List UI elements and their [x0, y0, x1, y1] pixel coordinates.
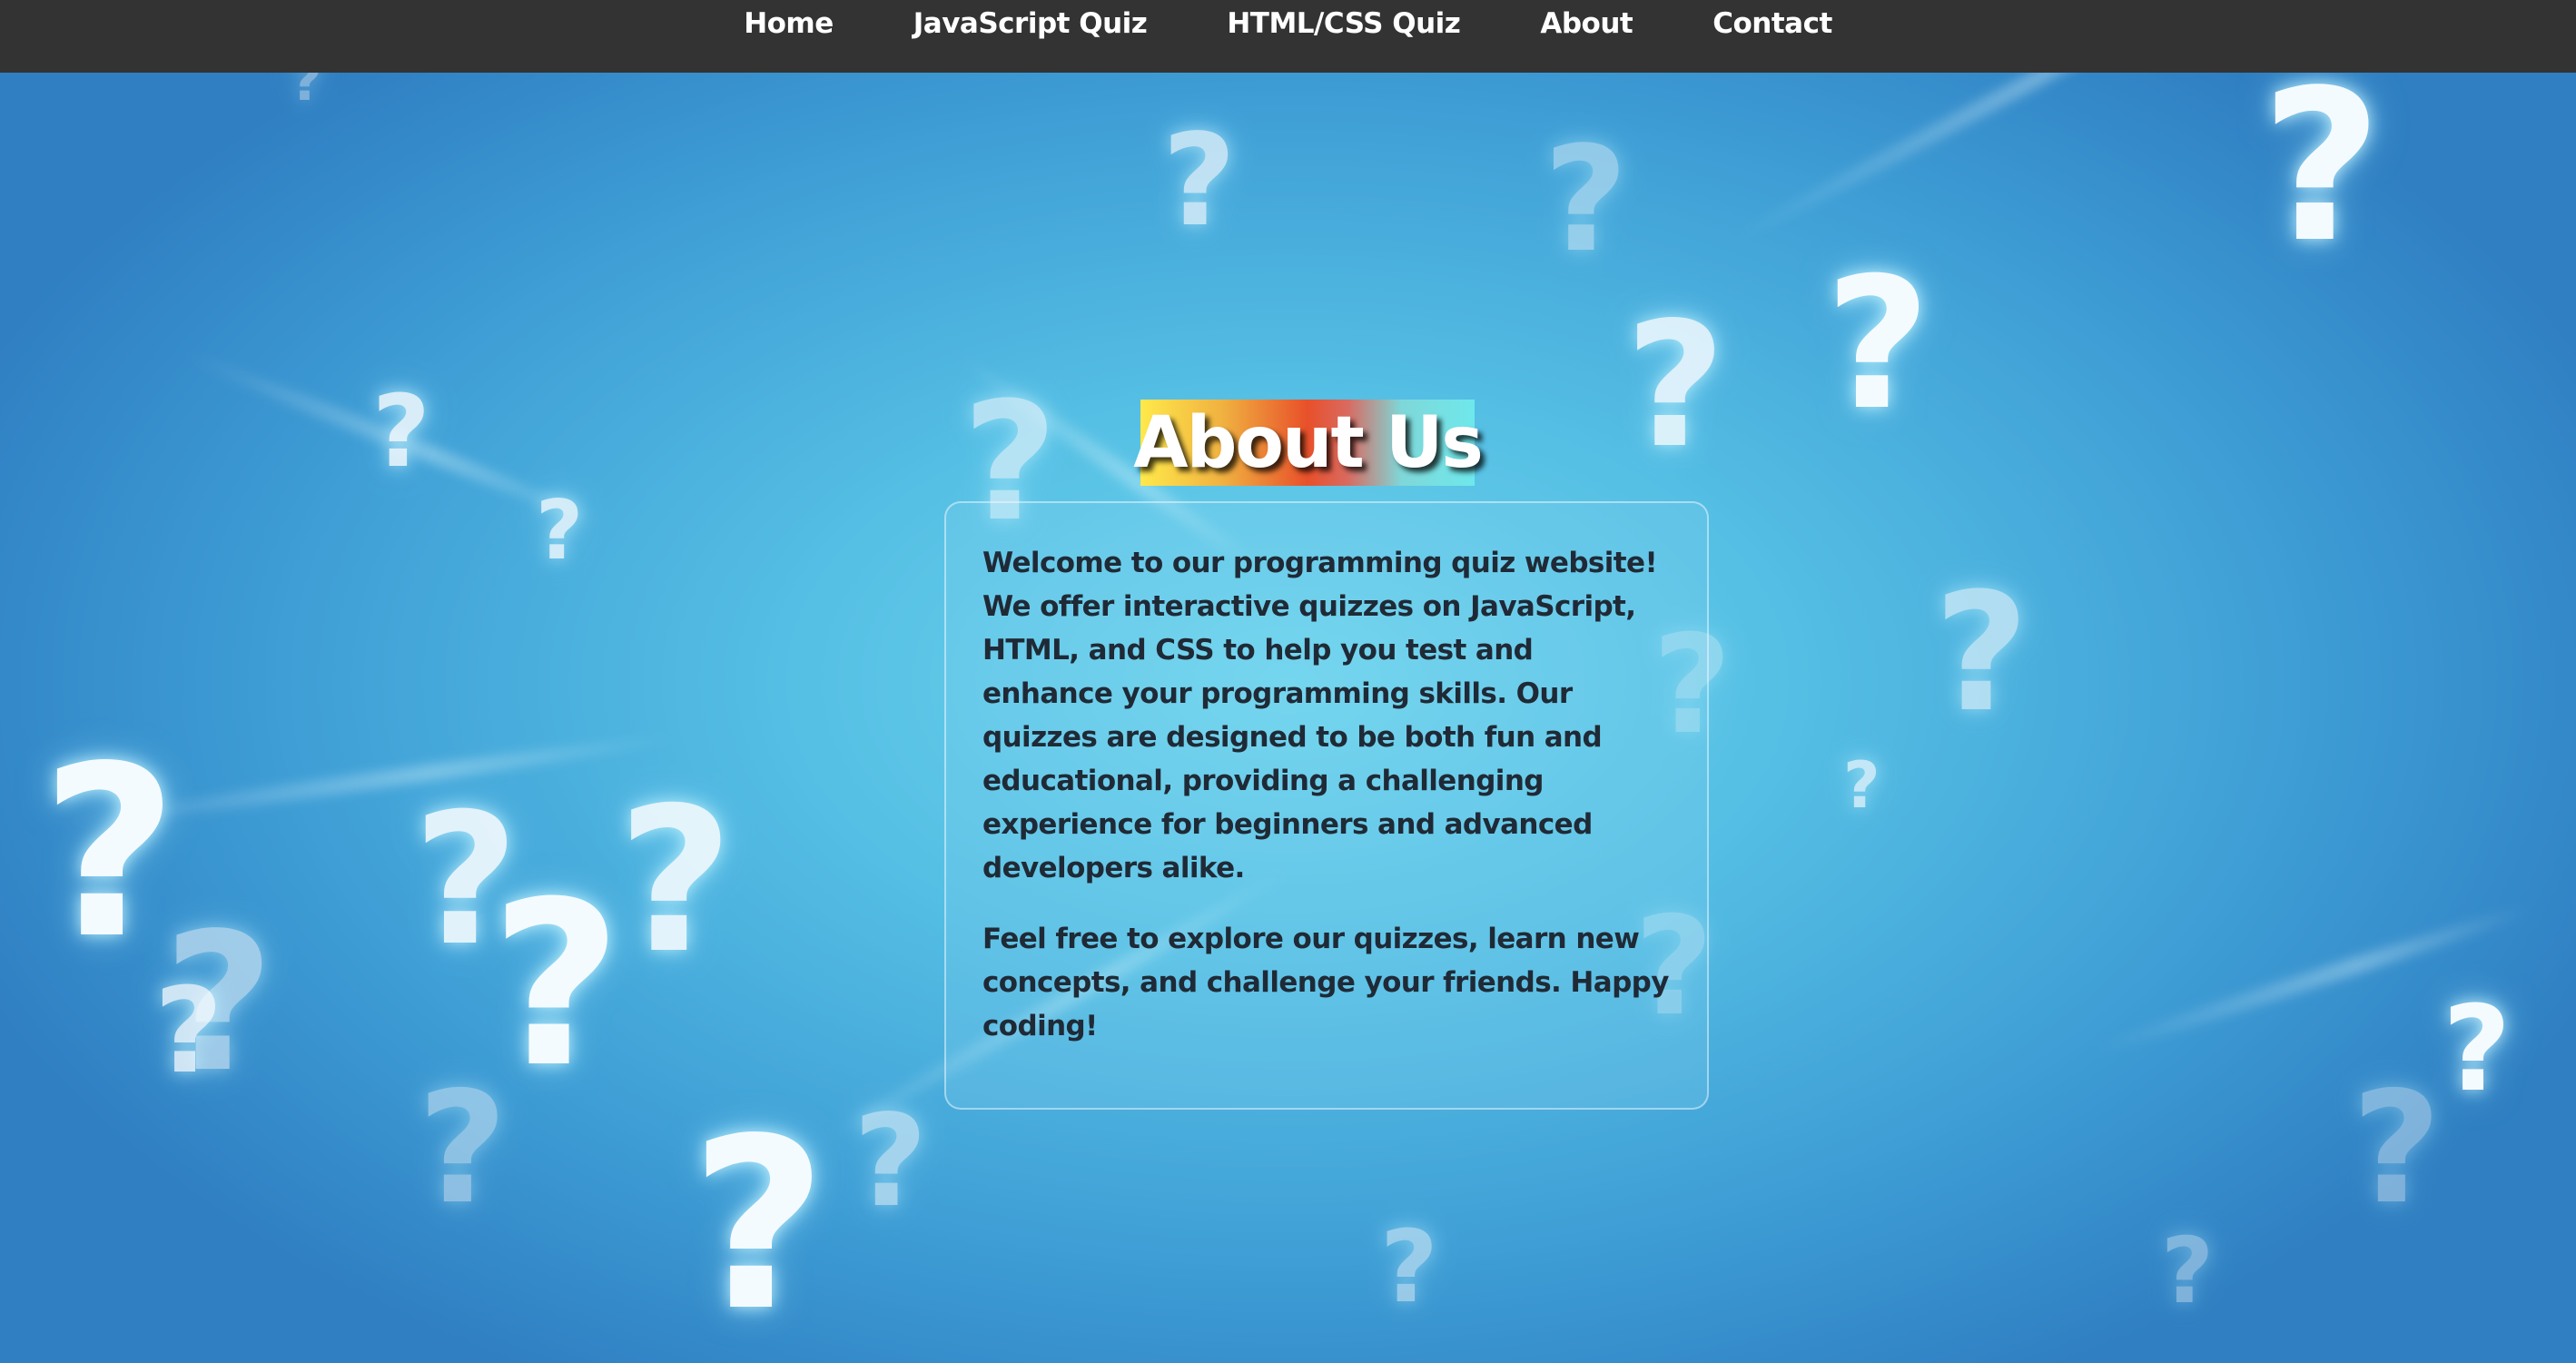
page-title: About Us [1133, 400, 1484, 486]
question-mark-icon: ? [418, 1059, 508, 1239]
question-mark-icon: ? [536, 483, 584, 578]
nav-link-html-css-quiz[interactable]: HTML/CSS Quiz [1187, 7, 1500, 40]
nav-link-contact[interactable]: Contact [1673, 7, 1872, 40]
question-mark-icon: ? [854, 1088, 928, 1236]
nav-link-home[interactable]: Home [704, 7, 873, 40]
question-mark-icon: ? [490, 853, 623, 1117]
question-mark-icon: ? [690, 1089, 827, 1363]
about-card: Welcome to our programming quiz website!… [944, 501, 1709, 1110]
question-mark-icon: ? [372, 373, 430, 489]
question-mark-icon: ? [2443, 980, 2512, 1118]
question-mark-icon: ? [2352, 1059, 2442, 1239]
question-mark-icon: ? [1625, 285, 1726, 486]
question-mark-icon: ? [41, 716, 178, 991]
about-paragraph-outro: Feel free to explore our quizzes, learn … [982, 923, 1669, 1042]
question-mark-icon: ? [1825, 239, 1931, 450]
question-mark-icon: ? [617, 765, 734, 997]
question-mark-icon: ? [1380, 1209, 1438, 1325]
light-streak [2086, 898, 2541, 1061]
question-mark-icon: ? [1843, 748, 1880, 823]
question-mark-icon: ? [413, 775, 519, 986]
question-mark-icon: ? [2161, 1218, 2215, 1324]
question-mark-icon: ? [2261, 46, 2383, 289]
top-navbar: Home JavaScript Quiz HTML/CSS Quiz About… [0, 0, 2576, 73]
light-streak [178, 345, 606, 531]
nav-link-about[interactable]: About [1500, 7, 1673, 40]
question-mark-icon: ? [1162, 107, 1237, 255]
question-mark-icon: ? [163, 892, 274, 1114]
light-streak [53, 728, 686, 834]
question-mark-icon: ? [1934, 558, 2029, 748]
nav-link-javascript-quiz[interactable]: JavaScript Quiz [873, 7, 1188, 40]
question-mark-icon: ? [1544, 114, 1628, 284]
question-mark-icon: ? [154, 962, 223, 1100]
about-paragraph-intro: Welcome to our programming quiz website!… [982, 547, 1658, 884]
